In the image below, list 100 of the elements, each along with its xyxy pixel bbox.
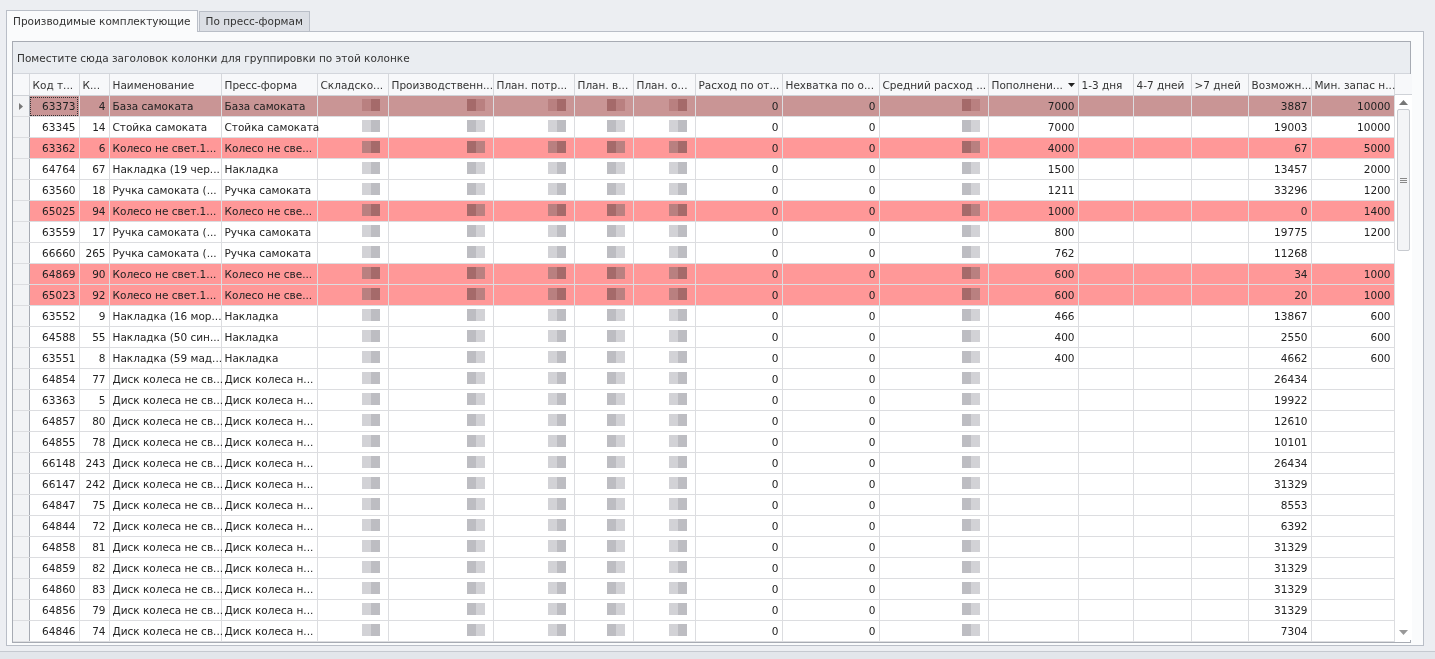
table-cell: 762 (988, 242, 1078, 264)
pixelated-value (466, 351, 485, 363)
column-header[interactable]: Возможн... (1248, 74, 1311, 96)
table-cell: 0 (695, 599, 782, 621)
table-row[interactable]: 63345 14 Стойка самоката Стойка самоката 0 0 7000 19003 10000 (13, 116, 1394, 138)
tab[interactable]: Производимые комплектующие (6, 10, 198, 32)
column-header[interactable]: План. в... (574, 74, 633, 96)
table-row[interactable]: 63363 5 Диск колеса не св...Диск колеса н... 0 0 19922 (13, 389, 1394, 411)
table-row[interactable]: 66148 243 Диск колеса не св...Диск колеса н... 0 0 26434 (13, 452, 1394, 474)
table-cell (1191, 494, 1248, 516)
table-cell: 75 (79, 494, 109, 516)
table-row[interactable]: 64588 55 Накладка (50 син... Накладка 0 0 400 2550 600 (13, 326, 1394, 348)
table-cell: Диск колеса не св... (109, 389, 221, 411)
table-row[interactable]: 64844 72 Диск колеса не св...Диск колеса н... 0 0 6392 (13, 515, 1394, 537)
table-cell: 55 (79, 326, 109, 348)
column-header[interactable]: Мин. запас н... (1311, 74, 1394, 96)
pixelated-value (547, 435, 566, 447)
column-header[interactable]: Расход по от... (695, 74, 782, 96)
column-header[interactable]: Складско... (317, 74, 388, 96)
table-row[interactable]: 64855 78 Диск колеса не св...Диск колеса н... 0 0 10101 (13, 431, 1394, 453)
table-cell: 0 (782, 368, 879, 390)
pixelated-value (961, 120, 980, 132)
scrollbar-thumb[interactable] (1396, 109, 1410, 251)
table-row[interactable]: 63560 18 Ручка самоката (... Ручка самоката 0 0 1211 33296 1200 (13, 179, 1394, 201)
table-row[interactable]: 63551 8 Накладка (59 мад... Накладка 0 0 400 4662 600 (13, 347, 1394, 369)
table-row[interactable]: 64856 79 Диск колеса не св...Диск колеса н... 0 0 31329 (13, 599, 1394, 621)
table-cell (1078, 389, 1133, 411)
table-row[interactable]: 64854 77 Диск колеса не св...Диск колеса н... 0 0 26434 (13, 368, 1394, 390)
table-row[interactable]: 66660 265 Ручка самоката (... Ручка самоката 0 0 762 11268 (13, 242, 1394, 264)
table-row[interactable]: 65023 92 Колесо не свет.1... Колесо не све... 0 0 600 20 1000 (13, 284, 1394, 306)
pixelated-value (466, 519, 485, 531)
pixelated-value (361, 162, 380, 174)
table-cell: 0 (782, 473, 879, 495)
pixelated-value (668, 519, 687, 531)
table-cell: Диск колеса н... (221, 473, 317, 495)
pixelated-value (668, 183, 687, 195)
table-row[interactable]: 63559 17 Ручка самоката (... Ручка самоката 0 0 800 19775 1200 (13, 221, 1394, 243)
table-cell: 17 (79, 221, 109, 243)
table-cell: 19775 (1248, 221, 1311, 243)
table-cell: 64588 (29, 326, 79, 348)
pixelated-value (961, 603, 980, 615)
table-cell (1191, 599, 1248, 621)
table-cell: 0 (782, 620, 879, 642)
column-header[interactable]: К... (79, 74, 109, 96)
pixelated-value (668, 603, 687, 615)
column-header[interactable]: Пополнени... (988, 74, 1078, 96)
column-header[interactable]: >7 дней (1191, 74, 1248, 96)
column-header[interactable]: Нехватка по о... (782, 74, 879, 96)
table-row[interactable]: 63362 6 Колесо не свет.1... Колесо не све... 0 0 4000 67 5000 (13, 137, 1394, 159)
column-header[interactable]: Производственн... (388, 74, 493, 96)
column-header[interactable]: Средний расход ... (879, 74, 988, 96)
pixelated-value (668, 267, 687, 279)
table-cell: 63363 (29, 389, 79, 411)
table-row[interactable]: 63373 4 База самоката База самоката 0 0 7000 3887 10000 (13, 95, 1394, 117)
pixelated-value (547, 267, 566, 279)
table-cell (1191, 326, 1248, 348)
pixelated-value (606, 141, 625, 153)
sort-descending-icon (1067, 82, 1075, 87)
table-cell: Диск колеса н... (221, 515, 317, 537)
scroll-up-icon[interactable] (1398, 100, 1408, 105)
pixelated-value (668, 225, 687, 237)
pixelated-value (466, 288, 485, 300)
column-header[interactable]: План. потр... (493, 74, 574, 96)
column-header[interactable]: 1-3 дня (1078, 74, 1133, 96)
table-row[interactable]: 64846 74 Диск колеса не св...Диск колеса н... 0 0 7304 (13, 620, 1394, 642)
pixelated-value (361, 204, 380, 216)
table-cell: Ручка самоката (... (109, 242, 221, 264)
table-cell: 1200 (1311, 179, 1394, 201)
group-panel[interactable]: Поместите сюда заголовок колонки для группировки по этой колонке (13, 42, 1410, 74)
pixelated-value (361, 624, 380, 636)
pixelated-value (361, 351, 380, 363)
pixelated-value (466, 498, 485, 510)
table-cell: 11268 (1248, 242, 1311, 264)
column-header[interactable]: Код т... (29, 74, 79, 96)
table-row[interactable]: 66147 242 Диск колеса не св...Диск колеса н... 0 0 31329 (13, 473, 1394, 495)
table-cell: Ручка самоката (221, 179, 317, 201)
table-cell: Диск колеса не св... (109, 410, 221, 432)
table-cell (1191, 389, 1248, 411)
table-row[interactable]: 64847 75 Диск колеса не св...Диск колеса н... 0 0 8553 (13, 494, 1394, 516)
table-row[interactable]: 65025 94 Колесо не свет.1... Колесо не све... 0 0 1000 0 1400 (13, 200, 1394, 222)
table-row[interactable]: 64860 83 Диск колеса не св...Диск колеса н... 0 0 31329 (13, 578, 1394, 600)
column-header[interactable]: План. о... (633, 74, 695, 96)
column-header[interactable]: Пресс-форма (221, 74, 317, 96)
tab[interactable]: По пресс-формам (198, 11, 310, 31)
table-row[interactable]: 64857 80 Диск колеса не св...Диск колеса н... 0 0 12610 (13, 410, 1394, 432)
pixelated-value (547, 519, 566, 531)
table-cell: 0 (782, 431, 879, 453)
column-header[interactable]: Наименование (109, 74, 221, 96)
pixelated-value (961, 288, 980, 300)
table-row[interactable]: 64859 82 Диск колеса не св...Диск колеса н... 0 0 31329 (13, 557, 1394, 579)
column-header[interactable]: 4-7 дней (1133, 74, 1191, 96)
table-cell: Диск колеса не св... (109, 515, 221, 537)
table-row[interactable]: 64869 90 Колесо не свет.1... Колесо не све... 0 0 600 34 1000 (13, 263, 1394, 285)
table-row[interactable]: 64764 67 Накладка (19 чер... Накладка 0 0 1500 13457 2000 (13, 158, 1394, 180)
scroll-down-icon[interactable] (1398, 630, 1408, 635)
table-cell (1133, 515, 1191, 537)
table-row[interactable]: 64858 81 Диск колеса не св...Диск колеса н... 0 0 31329 (13, 536, 1394, 558)
pixelated-value (668, 435, 687, 447)
table-cell (1133, 620, 1191, 642)
table-row[interactable]: 63552 9 Накладка (16 мор... Накладка 0 0 466 13867 600 (13, 305, 1394, 327)
